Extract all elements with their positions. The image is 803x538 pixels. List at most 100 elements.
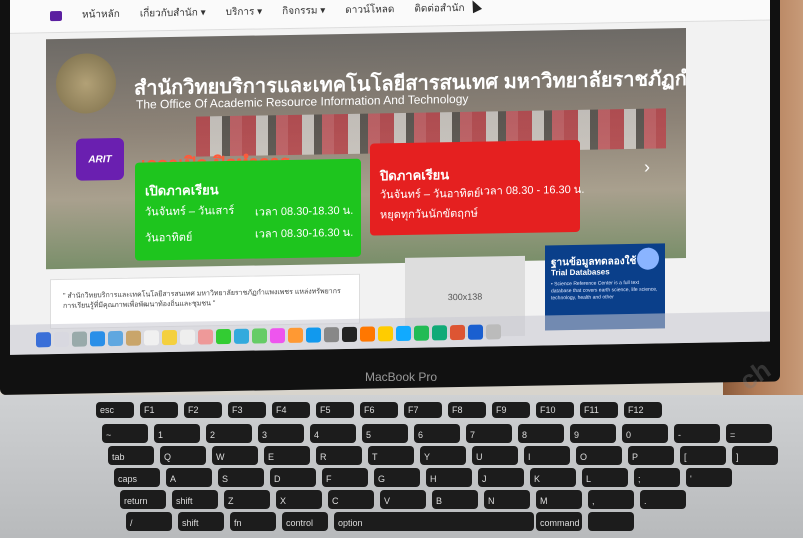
word-icon[interactable] — [414, 325, 429, 341]
key-89[interactable]: , — [588, 490, 634, 509]
key-12[interactable]: F12 — [624, 402, 662, 418]
key-9[interactable]: F9 — [492, 402, 530, 418]
key-103[interactable]: control — [282, 512, 328, 531]
photoshop-icon[interactable] — [468, 324, 483, 340]
nav-activities[interactable]: กิจกรรม ▾ — [282, 3, 325, 19]
trash-icon[interactable] — [486, 323, 501, 340]
key-30[interactable]: 0 — [622, 424, 668, 443]
key-4[interactable]: F4 — [272, 402, 310, 418]
key-1[interactable]: F1 — [140, 402, 178, 418]
calendar-icon[interactable] — [144, 329, 159, 345]
excel-icon[interactable] — [432, 324, 447, 340]
contacts-icon[interactable] — [126, 330, 141, 346]
key-8[interactable]: F8 — [448, 402, 486, 418]
key-29[interactable]: 9 — [570, 424, 616, 443]
key-106[interactable] — [588, 512, 634, 531]
key-52[interactable]: ] — [732, 446, 778, 465]
key-48[interactable]: I — [524, 446, 570, 465]
photos-icon[interactable] — [198, 328, 213, 345]
key-5[interactable]: F5 — [316, 402, 354, 418]
key-88[interactable]: M — [536, 490, 582, 509]
appstore-icon[interactable] — [306, 326, 321, 343]
messages-icon[interactable] — [234, 328, 249, 344]
key-24[interactable]: 4 — [310, 424, 356, 443]
purple-logo-icon[interactable] — [50, 10, 62, 21]
key-7[interactable]: F7 — [404, 402, 442, 418]
launchpad-icon[interactable] — [54, 331, 69, 347]
key-62[interactable]: S — [218, 468, 264, 487]
key-0[interactable]: esc — [96, 402, 134, 418]
key-6[interactable]: F6 — [360, 402, 398, 418]
key-84[interactable]: C — [328, 490, 374, 509]
key-50[interactable]: P — [628, 446, 674, 465]
key-43[interactable]: E — [264, 446, 310, 465]
key-26[interactable]: 6 — [414, 424, 460, 443]
key-22[interactable]: 2 — [206, 424, 252, 443]
nav-download[interactable]: ดาวน์โหลด — [345, 2, 394, 18]
key-101[interactable]: shift — [178, 512, 224, 531]
safari-icon[interactable] — [90, 330, 105, 346]
key-64[interactable]: F — [322, 468, 368, 487]
key-49[interactable]: O — [576, 446, 622, 465]
chevron-right-icon[interactable]: › — [644, 157, 650, 178]
key-27[interactable]: 7 — [466, 424, 512, 443]
key-28[interactable]: 8 — [518, 424, 564, 443]
finder-icon[interactable] — [36, 331, 51, 347]
key-81[interactable]: shift — [172, 490, 218, 509]
key-70[interactable]: ; — [634, 468, 680, 487]
key-21[interactable]: 1 — [154, 424, 200, 443]
key-51[interactable]: [ — [680, 446, 726, 465]
key-86[interactable]: B — [432, 490, 478, 509]
itunes-icon[interactable] — [270, 327, 285, 343]
key-65[interactable]: G — [374, 468, 420, 487]
ibooks-icon[interactable] — [288, 327, 303, 343]
rocket-icon[interactable] — [72, 330, 87, 347]
key-68[interactable]: K — [530, 468, 576, 487]
maps-icon[interactable] — [252, 327, 267, 344]
key-82[interactable]: Z — [224, 490, 270, 509]
nav-services[interactable]: บริการ ▾ — [226, 4, 263, 20]
notes-icon[interactable] — [162, 329, 177, 345]
key-104[interactable]: option — [334, 512, 534, 531]
skype-icon[interactable] — [396, 325, 411, 341]
key-105[interactable]: command — [536, 512, 582, 531]
key-45[interactable]: T — [368, 446, 414, 465]
key-85[interactable]: V — [380, 490, 426, 509]
key-46[interactable]: Y — [420, 446, 466, 465]
key-25[interactable]: 5 — [362, 424, 408, 443]
key-44[interactable]: R — [316, 446, 362, 465]
key-42[interactable]: W — [212, 446, 258, 465]
key-10[interactable]: F10 — [536, 402, 574, 418]
powerpoint-icon[interactable] — [450, 324, 465, 340]
key-47[interactable]: U — [472, 446, 518, 465]
key-102[interactable]: fn — [230, 512, 276, 531]
nav-home[interactable]: หน้าหลัก — [82, 7, 120, 23]
key-31[interactable]: - — [674, 424, 720, 443]
key-71[interactable]: ' — [686, 468, 732, 487]
key-2[interactable]: F2 — [184, 402, 222, 418]
reminders-icon[interactable] — [180, 329, 195, 345]
key-20[interactable]: ~ — [102, 424, 148, 443]
key-83[interactable]: X — [276, 490, 322, 509]
firefox-icon[interactable] — [360, 325, 375, 342]
key-11[interactable]: F11 — [580, 402, 618, 418]
preview-icon[interactable] — [108, 330, 123, 346]
key-87[interactable]: N — [484, 490, 530, 509]
key-67[interactable]: J — [478, 468, 524, 487]
key-80[interactable]: return — [120, 490, 166, 509]
key-61[interactable]: A — [166, 468, 212, 487]
key-32[interactable]: = — [726, 424, 772, 443]
chrome-icon[interactable] — [378, 325, 393, 341]
key-63[interactable]: D — [270, 468, 316, 487]
key-60[interactable]: caps — [114, 468, 160, 487]
settings-icon[interactable] — [324, 326, 339, 342]
key-100[interactable]: / — [126, 512, 172, 531]
key-3[interactable]: F3 — [228, 402, 266, 418]
terminal-icon[interactable] — [342, 326, 357, 342]
key-40[interactable]: tab — [108, 446, 154, 465]
nav-about[interactable]: เกี่ยวกับสำนัก ▾ — [140, 5, 206, 21]
key-23[interactable]: 3 — [258, 424, 304, 443]
key-69[interactable]: L — [582, 468, 628, 487]
nav-contact[interactable]: ติดต่อสำนัก — [414, 1, 464, 17]
key-41[interactable]: Q — [160, 446, 206, 465]
